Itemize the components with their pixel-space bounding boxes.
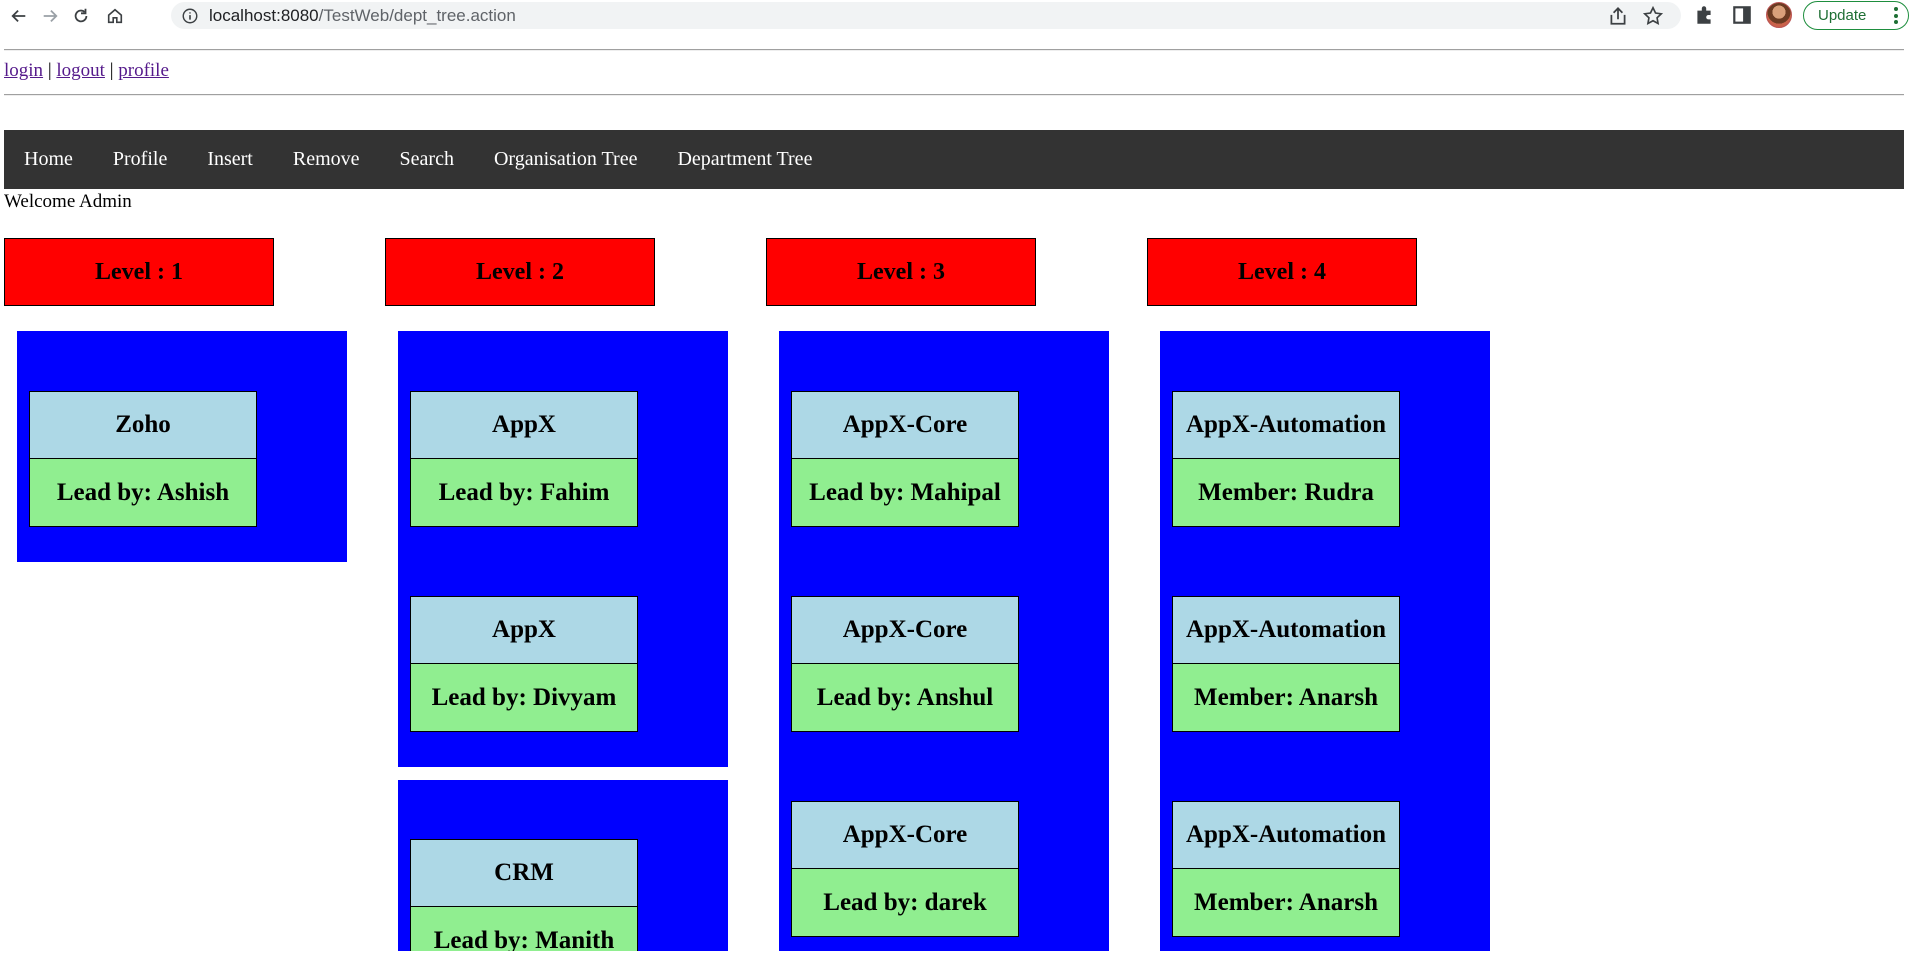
level-3-group: AppX-Core Lead by: Mahipal AppX-Core Lea… [779, 331, 1109, 951]
horizontal-rule [4, 94, 1904, 96]
dept-name: CRM [410, 839, 638, 907]
dept-name: AppX-Automation [1172, 596, 1400, 664]
dept-name: AppX [410, 596, 638, 664]
dept-lead: Lead by: Fahim [410, 459, 638, 527]
nav-home[interactable]: Home [4, 148, 93, 171]
share-icon[interactable] [1607, 5, 1629, 27]
dept-card[interactable]: AppX-Core Lead by: Mahipal [791, 391, 1019, 527]
browser-toolbar: localhost:8080/TestWeb/dept_tree.action … [0, 0, 1914, 31]
reload-icon [74, 8, 88, 22]
dept-card[interactable]: CRM Lead by: Manith [410, 839, 638, 951]
url-path: /TestWeb/dept_tree.action [318, 5, 516, 25]
dept-name: AppX-Core [791, 801, 1019, 869]
level-3-header: Level : 3 [766, 238, 1036, 306]
dept-lead: Lead by: Manith [410, 907, 638, 951]
dept-name: AppX-Automation [1172, 391, 1400, 459]
forward-arrow-icon [43, 9, 58, 22]
home-icon [107, 8, 123, 23]
nav-organisation-tree[interactable]: Organisation Tree [474, 148, 658, 171]
back-button[interactable] [8, 5, 30, 27]
level-2-group: AppX Lead by: Fahim AppX Lead by: Divyam [398, 331, 728, 767]
dept-lead: Lead by: Ashish [29, 459, 257, 527]
dept-lead: Lead by: Divyam [410, 664, 638, 732]
update-label: Update [1818, 7, 1867, 24]
bookmark-star-icon[interactable] [1642, 5, 1664, 27]
nav-insert[interactable]: Insert [187, 148, 273, 171]
dept-name: AppX-Core [791, 391, 1019, 459]
dept-lead: Member: Rudra [1172, 459, 1400, 527]
level-2-group: CRM Lead by: Manith [398, 780, 728, 951]
profile-avatar[interactable] [1766, 2, 1792, 28]
auth-links: login | logout | profile [4, 60, 169, 82]
nav-search[interactable]: Search [380, 148, 474, 171]
forward-button[interactable] [39, 5, 61, 27]
login-link[interactable]: login [4, 60, 43, 81]
dept-lead: Lead by: Anshul [791, 664, 1019, 732]
extensions-puzzle-icon[interactable] [1693, 4, 1715, 26]
profile-link[interactable]: profile [118, 60, 169, 81]
dept-card[interactable]: AppX-Automation Member: Rudra [1172, 391, 1400, 527]
logout-link[interactable]: logout [56, 60, 105, 81]
back-arrow-icon [11, 9, 26, 22]
dept-lead: Lead by: Mahipal [791, 459, 1019, 527]
dept-card[interactable]: Zoho Lead by: Ashish [29, 391, 257, 527]
dept-card[interactable]: AppX-Automation Member: Anarsh [1172, 801, 1400, 937]
dept-card[interactable]: AppX Lead by: Divyam [410, 596, 638, 732]
horizontal-rule [4, 49, 1904, 51]
level-2-header: Level : 2 [385, 238, 655, 306]
nav-department-tree[interactable]: Department Tree [657, 148, 832, 171]
info-icon[interactable] [181, 7, 199, 25]
dept-lead: Lead by: darek [791, 869, 1019, 937]
dept-lead: Member: Anarsh [1172, 664, 1400, 732]
kebab-menu-icon[interactable] [1894, 7, 1898, 24]
level-4-header: Level : 4 [1147, 238, 1417, 306]
nav-remove[interactable]: Remove [273, 148, 380, 171]
side-panel-icon[interactable] [1731, 4, 1753, 26]
nav-profile[interactable]: Profile [93, 148, 187, 171]
main-navbar: Home Profile Insert Remove Search Organi… [4, 130, 1904, 189]
dept-name: AppX-Automation [1172, 801, 1400, 869]
dept-card[interactable]: AppX-Core Lead by: darek [791, 801, 1019, 937]
url-text[interactable]: localhost:8080/TestWeb/dept_tree.action [209, 6, 516, 26]
level-4-group: AppX-Automation Member: Rudra AppX-Autom… [1160, 331, 1490, 951]
dept-card[interactable]: AppX-Automation Member: Anarsh [1172, 596, 1400, 732]
dept-card[interactable]: AppX Lead by: Fahim [410, 391, 638, 527]
dept-name: AppX [410, 391, 638, 459]
level-1-header: Level : 1 [4, 238, 274, 306]
dept-name: AppX-Core [791, 596, 1019, 664]
url-host: localhost:8080 [209, 5, 319, 25]
dept-lead: Member: Anarsh [1172, 869, 1400, 937]
address-bar[interactable]: localhost:8080/TestWeb/dept_tree.action [171, 2, 1681, 29]
update-button[interactable]: Update [1803, 1, 1909, 30]
welcome-message: Welcome Admin [4, 191, 132, 212]
home-button[interactable] [104, 5, 126, 27]
link-separator: | [47, 60, 52, 81]
dept-name: Zoho [29, 391, 257, 459]
dept-card[interactable]: AppX-Core Lead by: Anshul [791, 596, 1019, 732]
reload-button[interactable] [70, 5, 92, 27]
link-separator: | [109, 60, 114, 81]
level-1-group: Zoho Lead by: Ashish [17, 331, 347, 562]
